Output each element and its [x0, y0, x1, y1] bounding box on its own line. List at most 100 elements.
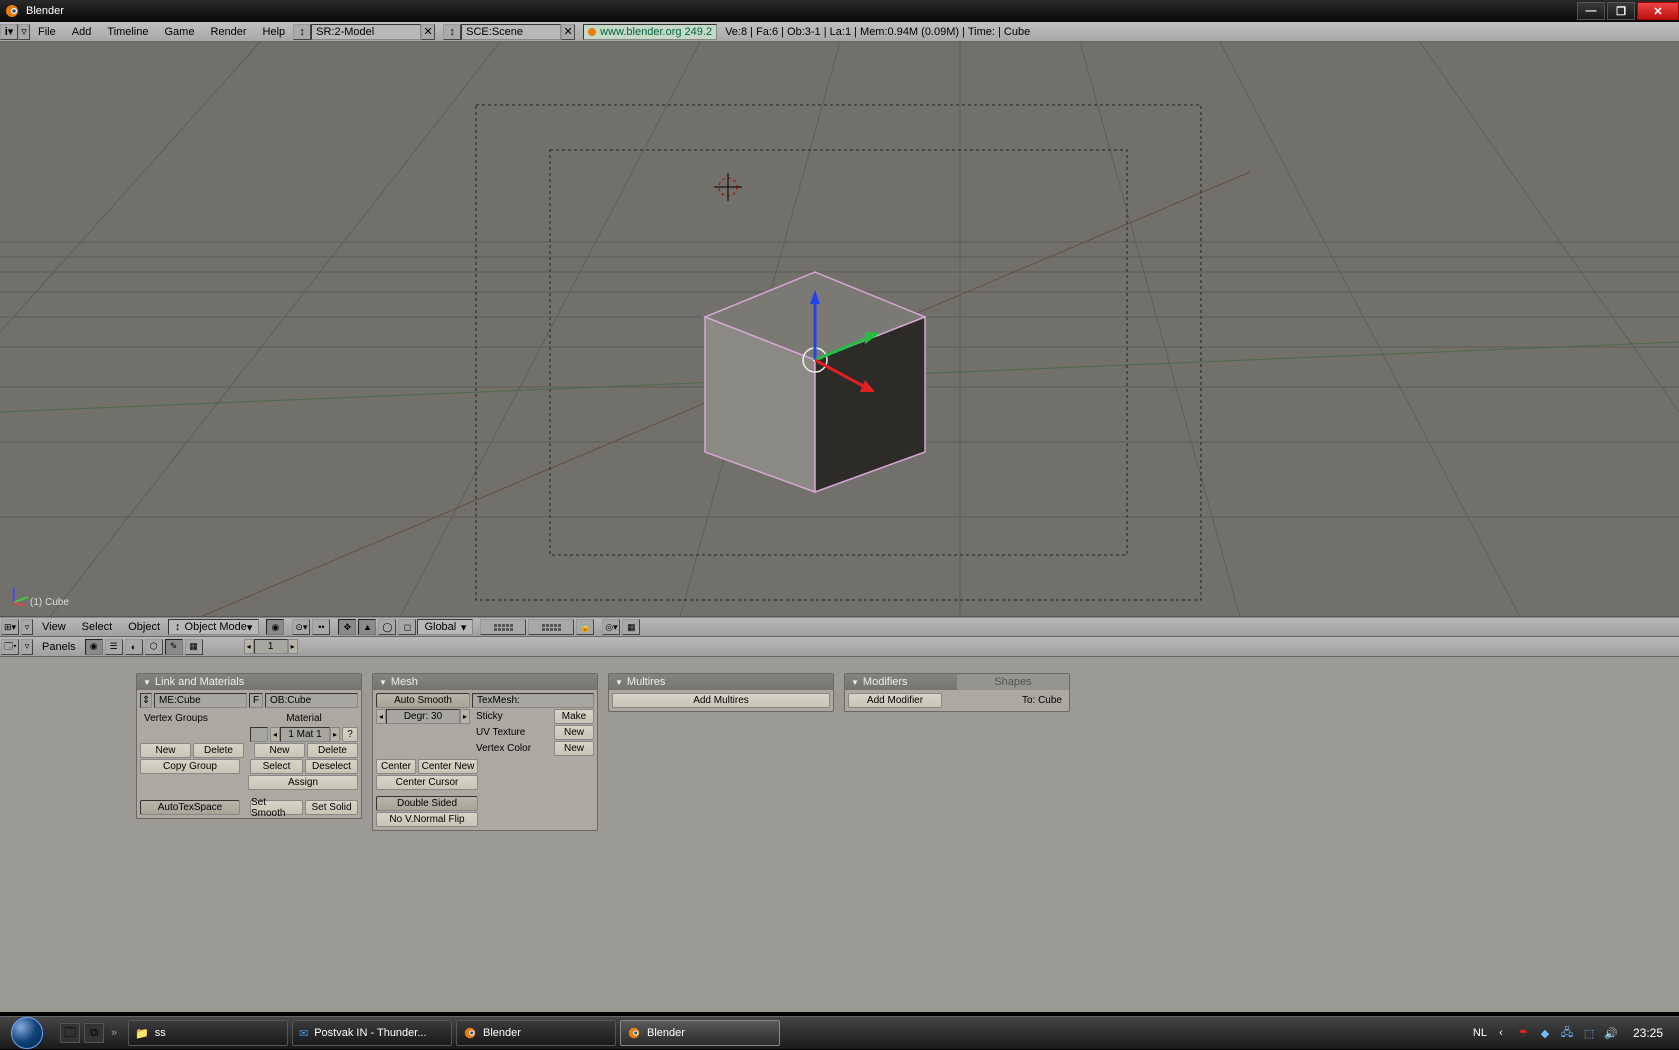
uv-new-button[interactable]: New	[554, 725, 594, 740]
set-solid-button[interactable]: Set Solid	[305, 800, 358, 815]
auto-smooth-button[interactable]: Auto Smooth	[376, 693, 470, 708]
layer-lock-icon[interactable]: 🔒	[576, 619, 594, 635]
lang-indicator[interactable]: NL	[1473, 1027, 1487, 1039]
rotate-manip-icon[interactable]: ◯	[378, 619, 396, 635]
autotexspace-button[interactable]: AutoTexSpace	[140, 800, 240, 815]
screen-delete-button[interactable]: ✕	[421, 24, 435, 40]
set-smooth-button[interactable]: Set Smooth	[250, 800, 303, 815]
pivot-icon[interactable]: ⊙▾	[292, 619, 310, 635]
context-logic-icon[interactable]: ◉	[85, 639, 103, 655]
context-scene-icon[interactable]: ▦	[185, 639, 203, 655]
mat-assign-button[interactable]: Assign	[248, 775, 358, 790]
center-button[interactable]: Center	[376, 759, 416, 774]
render-preview-icon[interactable]: ▦	[622, 619, 640, 635]
screen-field[interactable]: SR:2-Model	[311, 24, 421, 40]
ql-expand-icon[interactable]: »	[108, 1023, 120, 1043]
vcolor-new-button[interactable]: New	[554, 741, 594, 756]
vgroup-new-button[interactable]: New	[140, 743, 191, 758]
header-stats: Ve:8 | Fa:6 | Ob:3-1 | La:1 | Mem:0.94M …	[717, 26, 1038, 38]
antivirus-icon[interactable]: ☂	[1515, 1025, 1531, 1041]
mode-dropdown[interactable]: ↕Object Mode▾	[168, 619, 259, 635]
show-desktop-icon[interactable]: 🗔	[60, 1023, 80, 1043]
double-sided-button[interactable]: Double Sided	[376, 796, 478, 811]
info-icon-button[interactable]: i▾	[0, 24, 18, 40]
orientation-dropdown[interactable]: Global▾	[417, 619, 473, 635]
copy-group-button[interactable]: Copy Group	[140, 759, 240, 774]
context-script-icon[interactable]: ☰	[105, 639, 123, 655]
system-tray: NL ‹ ☂ ◆ 🖧 ⬚ 🔊 23:25	[1465, 1025, 1679, 1041]
tray-expand-icon[interactable]: ‹	[1493, 1025, 1509, 1041]
task-ss[interactable]: 📁ss	[128, 1020, 288, 1046]
me-name-field[interactable]: ME:Cube	[154, 693, 247, 708]
mat-index-spinner[interactable]: ◂ 1 Mat 1 ▸	[270, 727, 340, 742]
switch-windows-icon[interactable]: ⧉	[84, 1023, 104, 1043]
manipulator-toggle-icon[interactable]: ✥	[338, 619, 356, 635]
scene-field[interactable]: SCE:Scene	[461, 24, 561, 40]
mat-help-button[interactable]: ?	[342, 727, 358, 742]
view3d-collapse-icon[interactable]: ▿	[21, 619, 33, 635]
tray-icon-2[interactable]: ◆	[1537, 1025, 1553, 1041]
maximize-button[interactable]: ❐	[1607, 2, 1635, 20]
center-new-button[interactable]: Center New	[418, 759, 478, 774]
menu-add[interactable]: Add	[64, 26, 100, 38]
task-blender-1[interactable]: Blender	[456, 1020, 616, 1046]
texmesh-field[interactable]: TexMesh:	[472, 693, 594, 708]
sticky-make-button[interactable]: Make	[554, 709, 594, 724]
mat-color-swatch[interactable]	[250, 727, 268, 742]
menu-file[interactable]: File	[30, 26, 64, 38]
start-button[interactable]	[0, 1017, 54, 1050]
minimize-button[interactable]: —	[1577, 2, 1605, 20]
layers-set1[interactable]	[480, 619, 526, 635]
view3d-menu-view[interactable]: View	[34, 621, 74, 633]
menu-timeline[interactable]: Timeline	[99, 26, 156, 38]
task-blender-2[interactable]: Blender	[620, 1020, 780, 1046]
translate-manip-icon[interactable]: ▲	[358, 619, 376, 635]
center-cursor-button[interactable]: Center Cursor	[376, 775, 478, 790]
blender-link[interactable]: www.blender.org 249.2	[583, 24, 717, 40]
clock[interactable]: 23:25	[1625, 1026, 1671, 1040]
add-multires-button[interactable]: Add Multires	[612, 693, 830, 708]
screen-browse-icon[interactable]: ↕	[293, 24, 311, 40]
view3d-menu-select[interactable]: Select	[74, 621, 121, 633]
tray-icon-4[interactable]: ⬚	[1581, 1025, 1597, 1041]
menu-help[interactable]: Help	[255, 26, 294, 38]
context-shading-icon[interactable]: ◐	[125, 639, 143, 655]
close-button[interactable]: ✕	[1637, 2, 1679, 20]
vgroup-delete-button[interactable]: Delete	[193, 743, 244, 758]
pivot-align-icon[interactable]: ••	[312, 619, 330, 635]
scene-delete-button[interactable]: ✕	[561, 24, 575, 40]
layers-set2[interactable]	[528, 619, 574, 635]
3d-viewport[interactable]: (1) Cube	[0, 42, 1679, 617]
no-vnormal-flip-button[interactable]: No V.Normal Flip	[376, 812, 478, 827]
menu-render[interactable]: Render	[202, 26, 254, 38]
view3d-menu-object[interactable]: Object	[120, 621, 168, 633]
shading-solid-icon[interactable]: ◉	[266, 619, 284, 635]
degr-spinner[interactable]: ◂Degr: 30▸	[376, 709, 470, 724]
menu-game[interactable]: Game	[156, 26, 202, 38]
mat-deselect-button[interactable]: Deselect	[305, 759, 358, 774]
mat-delete-button[interactable]: Delete	[307, 743, 358, 758]
buttons-type-icon[interactable]: 🗔▾	[1, 639, 19, 655]
buttons-collapse-icon[interactable]: ▿	[21, 639, 33, 655]
context-object-icon[interactable]: ⬡	[145, 639, 163, 655]
mat-new-button[interactable]: New	[254, 743, 305, 758]
panels-area: ▼Link and Materials ⇕ ME:Cube F OB:Cube …	[0, 657, 1679, 827]
add-modifier-button[interactable]: Add Modifier	[848, 693, 942, 708]
scale-manip-icon[interactable]: ◻	[398, 619, 416, 635]
proportional-icon[interactable]: ◎▾	[602, 619, 620, 635]
volume-icon[interactable]: 🔊	[1603, 1025, 1619, 1041]
panels-menu[interactable]: Panels	[34, 641, 84, 653]
me-browse[interactable]: ⇕	[140, 693, 152, 708]
f-button[interactable]: F	[249, 693, 263, 708]
frame-spinner[interactable]: ◂ 1 ▸	[244, 639, 298, 654]
editor-type-icon[interactable]: ⊞▾	[1, 619, 19, 635]
info-header: i▾ ▿ File Add Timeline Game Render Help …	[0, 22, 1679, 42]
network-icon[interactable]: 🖧	[1559, 1025, 1575, 1041]
shapes-tab[interactable]: Shapes	[957, 674, 1069, 690]
scene-browse-icon[interactable]: ↕	[443, 24, 461, 40]
mat-select-button[interactable]: Select	[250, 759, 303, 774]
task-thunderbird[interactable]: ✉Postvak IN - Thunder...	[292, 1020, 452, 1046]
header-collapse-icon[interactable]: ▿	[18, 24, 30, 40]
ob-name-field[interactable]: OB:Cube	[265, 693, 358, 708]
context-editing-icon[interactable]: ✎	[165, 639, 183, 655]
